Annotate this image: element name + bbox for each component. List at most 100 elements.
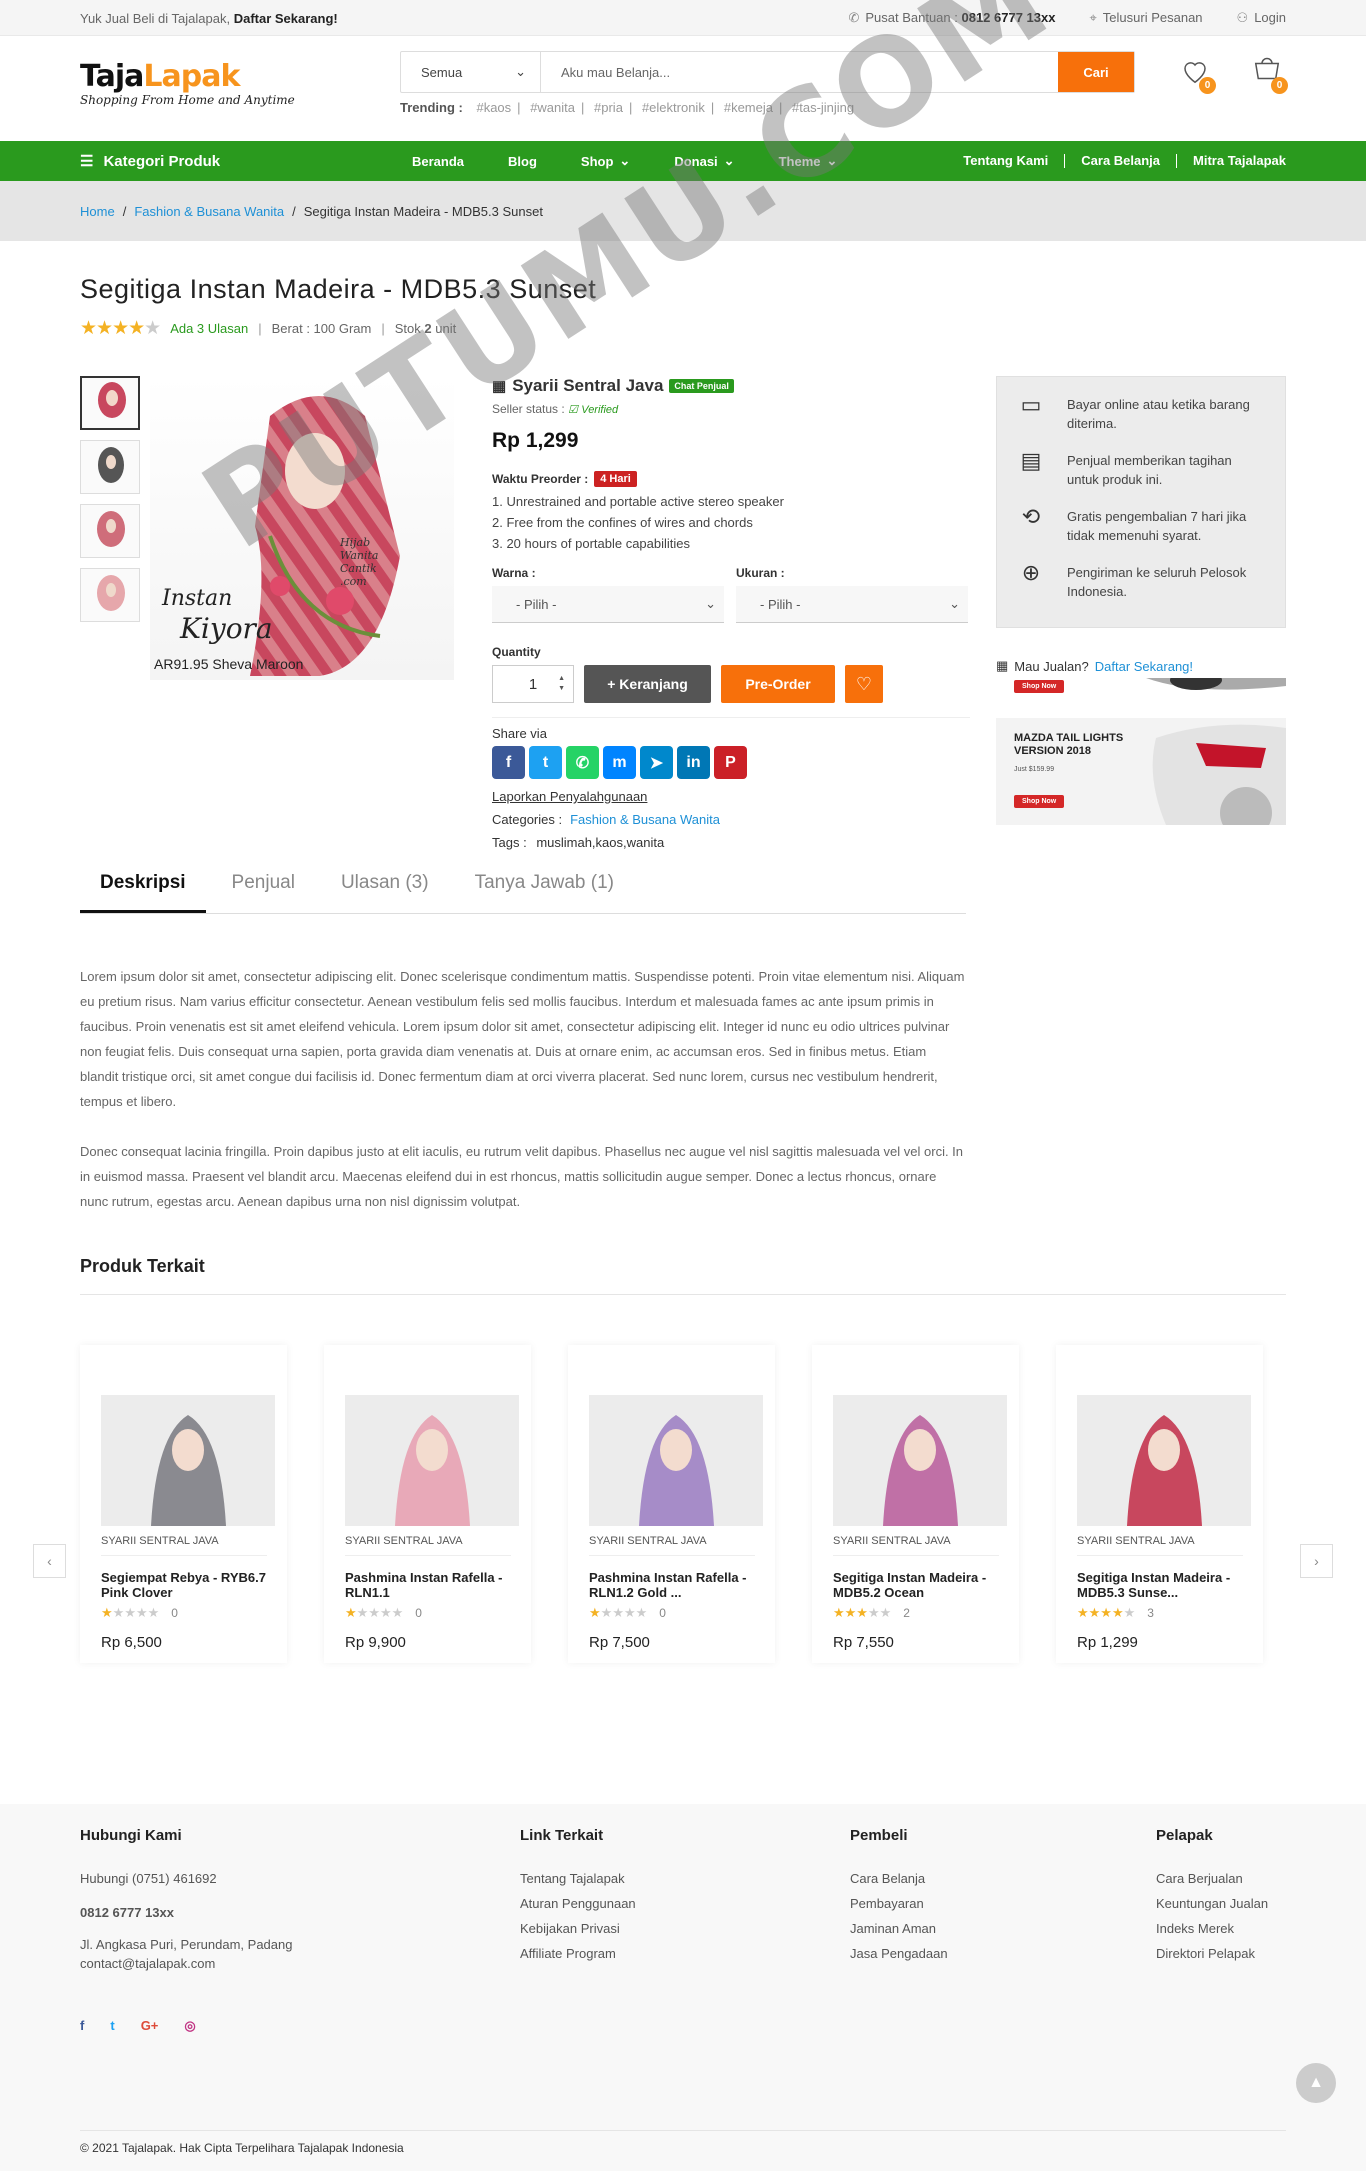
related-product-price: Rp 9,900 [345,1634,406,1651]
search-category-select[interactable]: Semua ⌄ [401,52,541,92]
cart-button[interactable]: 0 [1252,56,1288,94]
footer-email[interactable]: contact@tajalapak.com [80,1954,520,1973]
promo-text: Yuk Jual Beli di Tajalapak, Daftar Sekar… [80,10,338,26]
trending-tag[interactable]: #elektronik [642,100,705,115]
footer-link[interactable]: Cara Belanja [850,1866,1156,1891]
back-to-top-button[interactable]: ▲ [1296,2063,1336,2103]
track-order-link[interactable]: ⌖ Telusuri Pesanan [1089,10,1202,26]
category-menu-button[interactable]: ☰ Kategori Produk [80,152,380,171]
related-product-name[interactable]: Segitiga Instan Madeira - MDB5.3 Sunse..… [1077,1570,1243,1602]
thumbnail[interactable] [80,504,140,558]
breadcrumb-category[interactable]: Fashion & Busana Wanita [134,204,284,219]
pinterest-share-icon[interactable]: P [714,746,747,779]
instagram-icon[interactable]: ◎ [184,2013,195,2038]
related-product-card[interactable]: SYARII SENTRAL JAVA Pashmina Instan Rafel… [568,1345,775,1663]
tab-deskripsi[interactable]: Deskripsi [80,872,206,913]
footer-link[interactable]: Pembayaran [850,1891,1156,1916]
trending-tag[interactable]: #wanita [530,100,575,115]
related-product-name[interactable]: Segiempat Rebya - RYB6.7 Pink Clover [101,1570,267,1602]
sell-register-link[interactable]: Daftar Sekarang! [1095,659,1193,674]
related-product-store: SYARII SENTRAL JAVA [1077,1535,1243,1556]
footer-link[interactable]: Direktori Pelapak [1156,1941,1286,1966]
category-link[interactable]: Fashion & Busana Wanita [570,812,720,827]
related-product-store: SYARII SENTRAL JAVA [345,1535,511,1556]
twitter-share-icon[interactable]: t [529,746,562,779]
related-product-name[interactable]: Segitiga Instan Madeira - MDB5.2 Ocean [833,1570,999,1602]
preorder-button[interactable]: Pre-Order [721,665,835,703]
whatsapp-share-icon[interactable]: ✆ [566,746,599,779]
report-abuse-link[interactable]: Laporkan Penyalahgunaan [492,789,970,804]
footer-contact-title: Hubungi Kami [80,1827,182,1844]
color-select[interactable]: - Pilih - ⌄ [492,586,724,623]
feature-list: 1. Unrestrained and portable active ster… [492,494,784,551]
related-product-image[interactable] [589,1395,763,1526]
related-product-image[interactable] [833,1395,1007,1526]
footer-link[interactable]: Aturan Penggunaan [520,1891,850,1916]
related-product-card[interactable]: SYARII SENTRAL JAVA Segitiga Instan Madei… [812,1345,1019,1663]
promo-banner-2[interactable]: MAZDA TAIL LIGHTS VERSION 2018 Just $159… [996,718,1286,825]
footer-link[interactable]: Affiliate Program [520,1941,850,1966]
tab-ulasan[interactable]: Ulasan (3) [321,872,449,913]
nav-item-shop[interactable]: Shop ⌄ [581,153,630,169]
reviews-link[interactable]: Ada 3 Ulasan [170,321,248,336]
carousel-next-button[interactable]: › [1300,1544,1333,1578]
credit-card-icon: ▭ [1020,392,1042,417]
chevron-right-icon: › [1314,1553,1319,1569]
footer-link[interactable]: Indeks Merek [1156,1916,1286,1941]
thumbnail[interactable] [80,568,140,622]
related-product-name[interactable]: Pashmina Instan Rafella - RLN1.1 [345,1570,511,1602]
site-logo[interactable]: TajaLapak Shopping From Home and Anytime [80,62,380,108]
tab-tanya-jawab[interactable]: Tanya Jawab (1) [455,872,634,913]
related-product-card[interactable]: SYARII SENTRAL JAVA Segitiga Instan Madei… [1056,1345,1263,1663]
rating-stars: ★★★★★ [345,1605,404,1620]
messenger-share-icon[interactable]: m [603,746,636,779]
carousel-prev-button[interactable]: ‹ [33,1544,66,1578]
rating-stars: ★★★★★ [589,1605,648,1620]
related-product-image[interactable] [101,1395,275,1526]
linkedin-share-icon[interactable]: in [677,746,710,779]
search-button[interactable]: Cari [1058,52,1134,92]
tab-penjual[interactable]: Penjual [212,872,315,913]
footer-link[interactable]: Cara Berjualan [1156,1866,1286,1891]
wishlist-button[interactable]: 0 [1180,56,1216,94]
related-product-image[interactable] [1077,1395,1251,1526]
footer-link[interactable]: Keuntungan Jualan [1156,1891,1286,1916]
chevron-down-icon: ⌄ [705,596,716,611]
quantity-stepper[interactable]: 1 ▲ ▼ [492,665,574,703]
footer-link[interactable]: Jasa Pengadaan [850,1941,1156,1966]
related-product-name[interactable]: Pashmina Instan Rafella - RLN1.2 Gold ..… [589,1570,755,1602]
thumbnail[interactable] [80,376,140,430]
breadcrumb-home[interactable]: Home [80,204,115,219]
banner-price: Just $159.99 [1014,766,1055,773]
nav-item-cara-belanja[interactable]: Cara Belanja [1064,154,1176,168]
nav-item-blog[interactable]: Blog [508,153,537,169]
related-product-card[interactable]: SYARII SENTRAL JAVA Pashmina Instan Rafel… [324,1345,531,1663]
trending-tag[interactable]: #kaos [476,100,511,115]
google-plus-icon[interactable]: G+ [141,2013,159,2038]
thumbnail[interactable] [80,440,140,494]
footer-link[interactable]: Tentang Tajalapak [520,1866,850,1891]
product-tabs: Deskripsi Penjual Ulasan (3) Tanya Jawab… [80,872,966,914]
chat-seller-button[interactable]: Chat Penjual [669,379,734,393]
related-product-card[interactable]: SYARII SENTRAL JAVA Segiempat Rebya - RYB… [80,1345,287,1663]
trending-tag[interactable]: #pria [594,100,623,115]
login-link[interactable]: ⚇ Login [1237,10,1286,26]
facebook-share-icon[interactable]: f [492,746,525,779]
size-select[interactable]: - Pilih - ⌄ [736,586,968,623]
twitter-icon[interactable]: t [110,2013,114,2038]
footer-link[interactable]: Kebijakan Privasi [520,1916,850,1941]
nav-item-mitra[interactable]: Mitra Tajalapak [1176,154,1286,168]
related-product-image[interactable] [345,1395,519,1526]
register-link[interactable]: Daftar Sekarang! [234,11,338,26]
footer-link[interactable]: Jaminan Aman [850,1916,1156,1941]
benefits-box: ▭ Bayar online atau ketika barang diterim… [996,376,1286,628]
nav-item-tentang[interactable]: Tentang Kami [947,154,1064,168]
nav-item-beranda[interactable]: Beranda [412,153,464,169]
add-to-cart-button[interactable]: + Keranjang [584,665,711,703]
telegram-share-icon[interactable]: ➤ [640,746,673,779]
stepper-arrows-icon[interactable]: ▲ ▼ [558,674,565,694]
facebook-icon[interactable]: f [80,2013,84,2038]
promo-banner-1[interactable]: Shop Now [996,678,1286,710]
add-wishlist-button[interactable]: ♡ [845,665,883,703]
related-product-price: Rp 6,500 [101,1634,162,1651]
